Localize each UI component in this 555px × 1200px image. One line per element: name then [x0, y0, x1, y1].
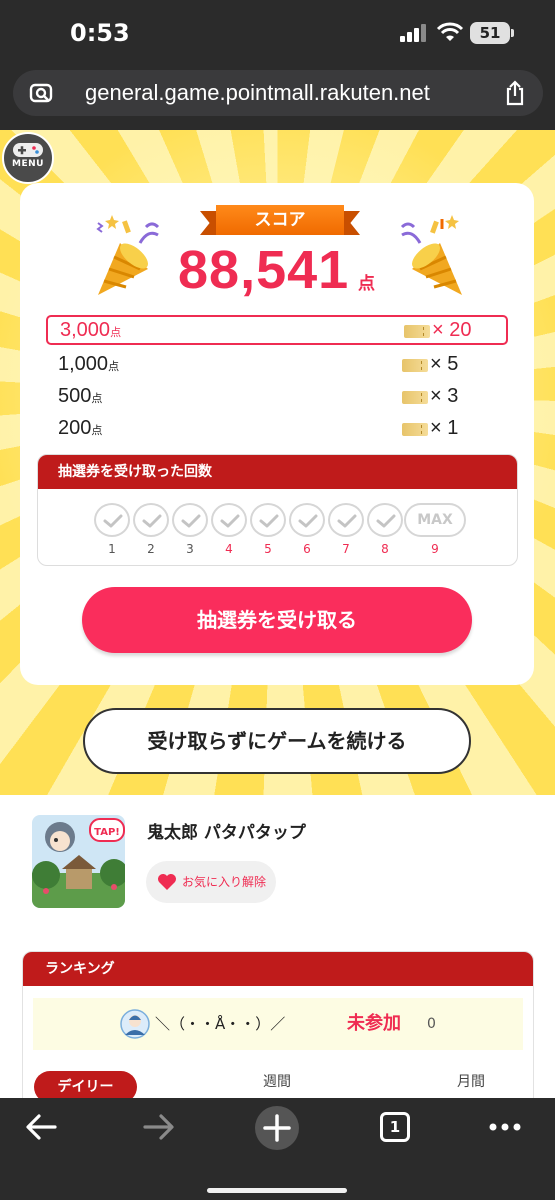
ticket-icon: [402, 359, 428, 372]
tier-count: × 20: [432, 319, 472, 341]
share-icon[interactable]: [503, 80, 527, 106]
checkmark-icon: [259, 514, 279, 528]
game-title[interactable]: 鬼太郎 パタパタップ: [147, 818, 306, 843]
received-check: [133, 503, 169, 537]
more-icon[interactable]: [488, 1122, 522, 1132]
ticket-icon: [402, 391, 428, 404]
favorite-label: お気に入り解除: [182, 875, 267, 889]
check-number: 1: [108, 542, 116, 556]
tier-row: 200点 × 1: [46, 415, 508, 445]
check-number: 2: [147, 542, 155, 556]
continue-without-receiving-button[interactable]: 受け取らずにゲームを続ける: [83, 708, 471, 774]
game-result-area: MENU スコア 88,541 点 3,000点 × 20 1,000点 × 5…: [0, 130, 555, 795]
status-bar: 0:53 51: [0, 0, 555, 62]
new-tab-button[interactable]: [255, 1106, 299, 1150]
status-time: 0:53: [70, 19, 130, 47]
check-number: 4: [225, 542, 233, 556]
received-check: [250, 503, 286, 537]
check-number: 8: [381, 542, 389, 556]
checkmark-icon: [220, 514, 240, 528]
ticket-icon: [404, 325, 430, 338]
menu-label[interactable]: MENU: [4, 159, 52, 169]
tier-points: 1,000点: [58, 353, 120, 375]
battery-icon: 51: [470, 22, 510, 44]
tier-count: × 3: [430, 385, 459, 407]
url-bar[interactable]: general.game.pointmall.rakuten.net: [13, 70, 543, 116]
ranking-score: 0: [427, 1016, 436, 1032]
camera-search-icon[interactable]: [29, 81, 53, 105]
score-ribbon: スコア: [200, 205, 360, 235]
checkmark-icon: [103, 514, 123, 528]
back-arrow-icon[interactable]: [24, 1112, 58, 1142]
received-check: [172, 503, 208, 537]
ranking-status: 未参加: [347, 1013, 401, 1034]
remove-favorite-button[interactable]: お気に入り解除: [146, 861, 276, 903]
check-number: 7: [342, 542, 350, 556]
received-count-title: 抽選券を受け取った回数: [38, 455, 517, 489]
received-check: [94, 503, 130, 537]
user-name: ＼（・・Å・・）／: [155, 1015, 286, 1033]
tier-count: × 1: [430, 417, 459, 439]
url-text[interactable]: general.game.pointmall.rakuten.net: [85, 70, 430, 116]
tabs-button[interactable]: 1: [380, 1112, 410, 1142]
gamepad-icon: [13, 143, 43, 157]
battery-tip: [511, 29, 514, 37]
received-check: [211, 503, 247, 537]
received-checks: 1 2 3 4 5 6 7 8 MAX 9: [38, 503, 517, 556]
received-count-box: 抽選券を受け取った回数 1 2 3 4 5 6 7 8 MAX 9: [37, 454, 518, 566]
tier-points: 500点: [58, 385, 103, 407]
checkmark-icon: [181, 514, 201, 528]
received-check: [289, 503, 325, 537]
tap-badge: TAP!: [94, 827, 120, 838]
max-check: MAX: [404, 503, 466, 537]
score-label: スコア: [216, 205, 344, 235]
plus-icon: [263, 1114, 291, 1142]
home-indicator: [207, 1188, 347, 1193]
checkmark-icon: [298, 514, 318, 528]
checkmark-icon: [142, 514, 162, 528]
party-popper-icon: [400, 215, 462, 295]
tier-points: 3,000点: [60, 319, 122, 341]
checkmark-icon: [376, 514, 396, 528]
forward-arrow-icon[interactable]: [142, 1112, 176, 1142]
signal-icon: [400, 24, 428, 42]
received-check: [328, 503, 364, 537]
game-thumbnail[interactable]: TAP!: [32, 815, 125, 908]
tier-count: × 5: [430, 353, 459, 375]
browser-toolbar: 1: [0, 1098, 555, 1200]
receive-tickets-button[interactable]: 抽選券を受け取る: [82, 587, 472, 653]
check-number: 3: [186, 542, 194, 556]
heart-icon: [158, 874, 176, 890]
check-number: 5: [264, 542, 272, 556]
received-check: [367, 503, 403, 537]
score-unit: 点: [358, 274, 375, 294]
tab-weekly[interactable]: 週間: [263, 1071, 291, 1091]
score-value: 88,541: [178, 240, 350, 300]
score-card: スコア 88,541 点 3,000点 × 20 1,000点 × 5 500点…: [20, 183, 534, 685]
check-number: 9: [431, 542, 439, 556]
ticket-icon: [402, 423, 428, 436]
game-thumbnail-image: TAP!: [32, 815, 125, 908]
wifi-icon: [436, 22, 464, 41]
party-popper-icon: [96, 215, 160, 295]
tab-monthly[interactable]: 月間: [457, 1071, 485, 1091]
tier-points: 200点: [58, 417, 103, 439]
browser-url-area: general.game.pointmall.rakuten.net: [0, 62, 555, 130]
check-number: 6: [303, 542, 311, 556]
tier-row: 3,000点 × 20: [46, 315, 508, 345]
tier-row: 500点 × 3: [46, 383, 508, 413]
ranking-panel: ランキング ＼（・・Å・・）／ 未参加 0 デイリー 週間 月間: [22, 951, 534, 1111]
user-avatar-icon: [120, 1009, 150, 1039]
ranking-title: ランキング: [23, 952, 533, 986]
tier-row: 1,000点 × 5: [46, 351, 508, 381]
ranking-user-row: ＼（・・Å・・）／ 未参加 0: [33, 998, 523, 1050]
checkmark-icon: [337, 514, 357, 528]
menu-button[interactable]: MENU: [2, 132, 54, 184]
